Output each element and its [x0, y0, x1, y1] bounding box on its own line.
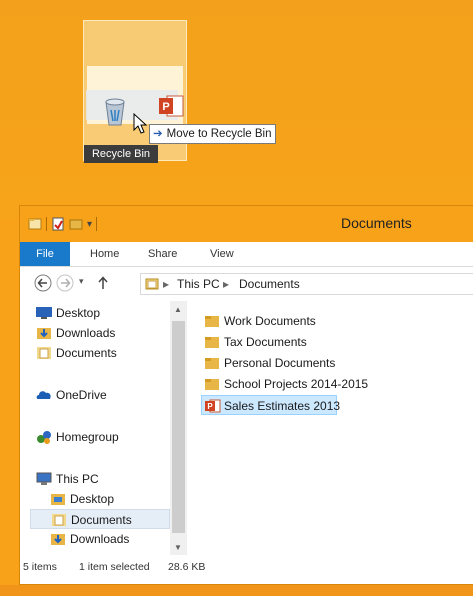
homegroup-icon — [37, 431, 51, 444]
nav-item-label: Desktop — [56, 306, 101, 320]
nav-item-label: Documents — [71, 513, 132, 527]
window-title: Documents — [341, 215, 412, 231]
new-folder-icon[interactable] — [69, 217, 83, 231]
desktop-folder-icon — [51, 494, 65, 505]
tab-share[interactable]: Share — [148, 242, 177, 266]
file-name: Tax Documents — [224, 335, 307, 349]
file-name: Work Documents — [224, 314, 316, 328]
computer-icon — [36, 472, 52, 485]
documents-icon — [37, 347, 51, 359]
back-button[interactable] — [34, 274, 52, 292]
customize-qat-icon[interactable]: ▾ — [87, 219, 92, 230]
nav-item-homegroup[interactable]: Homegroup — [36, 427, 166, 447]
downloads-icon — [37, 328, 51, 339]
file-name: Personal Documents — [224, 356, 336, 370]
nav-item-documents[interactable]: Documents — [36, 343, 166, 363]
nav-item-label: Homegroup — [56, 430, 119, 444]
scroll-down-icon[interactable]: ▼ — [174, 543, 182, 552]
drag-tooltip: ➔ Move to Recycle Bin — [149, 124, 277, 144]
nav-item-pc-desktop[interactable]: Desktop — [50, 489, 168, 509]
svg-text:P: P — [162, 101, 169, 113]
scroll-thumb[interactable] — [172, 321, 185, 533]
desktop-bottom-edge — [0, 585, 473, 596]
forward-button[interactable] — [56, 274, 74, 292]
documents-icon — [52, 514, 66, 526]
move-arrow-icon: ➔ — [153, 128, 163, 140]
nav-item-desktop[interactable]: Desktop — [36, 303, 166, 323]
nav-item-label: Documents — [56, 346, 117, 360]
onedrive-icon — [36, 391, 51, 399]
nav-item-label: This PC — [56, 472, 99, 486]
breadcrumb-separator-icon[interactable]: ▸ — [163, 274, 169, 294]
nav-item-this-pc[interactable]: This PC — [36, 469, 166, 489]
breadcrumb-separator-icon-2[interactable]: ▸ — [223, 274, 229, 294]
quick-access-toolbar: ▾ — [28, 216, 98, 232]
status-item-count: 5 items — [23, 561, 57, 573]
window-folder-icon[interactable] — [28, 217, 42, 231]
address-bar[interactable]: ▸ This PC ▸ Documents — [140, 273, 473, 295]
nav-item-label: Downloads — [70, 532, 130, 546]
nav-item-label: Downloads — [56, 326, 116, 340]
address-folder-icon — [145, 278, 159, 290]
nav-pane-scrollbar[interactable]: ▲ ▼ — [170, 301, 187, 555]
powerpoint-drag-icon: P — [159, 95, 184, 117]
status-size: 28.6 KB — [168, 561, 206, 573]
nav-item-downloads[interactable]: Downloads — [36, 323, 166, 343]
folder-icon — [205, 358, 219, 369]
mouse-cursor-icon — [133, 113, 148, 134]
properties-icon[interactable] — [51, 217, 65, 231]
status-bar: 5 items 1 item selected 28.6 KB — [20, 557, 473, 577]
title-bar[interactable]: ▾ Documents — [20, 206, 473, 242]
tab-home[interactable]: Home — [90, 242, 119, 266]
recent-locations-icon[interactable]: ▾ — [79, 276, 84, 287]
recycle-bin-icon[interactable] — [104, 96, 126, 126]
nav-item-pc-downloads[interactable]: Downloads — [50, 529, 168, 549]
list-item-sales-estimates[interactable]: P Sales Estimates 2013 — [201, 395, 341, 415]
file-name: Sales Estimates 2013 — [224, 399, 341, 413]
powerpoint-icon: P — [205, 399, 221, 413]
tab-file[interactable]: File — [20, 242, 70, 266]
tab-view[interactable]: View — [210, 242, 234, 266]
folder-icon — [205, 316, 219, 327]
nav-item-label: Desktop — [70, 492, 115, 506]
nav-item-onedrive[interactable]: OneDrive — [36, 385, 166, 405]
file-name: School Projects 2014-2015 — [224, 377, 369, 391]
folder-icon — [205, 379, 219, 390]
navigation-pane: Desktop Downloads Documents OneDrive Hom… — [20, 301, 188, 555]
explorer-window: ▾ Documents File Home Share View ▾ ▸ Thi… — [19, 205, 473, 585]
qat-separator-2 — [96, 217, 98, 231]
navigation-bar: ▾ ▸ This PC ▸ Documents — [20, 267, 473, 299]
ribbon-tabs: File Home Share View — [20, 242, 473, 267]
folder-icon — [205, 337, 219, 348]
scroll-up-icon[interactable]: ▲ — [174, 305, 182, 314]
nav-item-label: OneDrive — [56, 388, 107, 402]
up-button[interactable] — [94, 274, 112, 292]
breadcrumb-documents[interactable]: Documents — [239, 274, 300, 294]
qat-separator — [46, 217, 47, 231]
downloads-icon — [51, 534, 65, 545]
svg-text:P: P — [207, 402, 213, 411]
status-selection: 1 item selected — [79, 561, 150, 573]
nav-item-pc-documents[interactable]: Documents — [30, 509, 170, 529]
recycle-bin-label: Recycle Bin — [84, 145, 158, 163]
file-list: Work Documents Tax Documents Personal Do… — [190, 301, 473, 555]
desktop-background — [0, 0, 473, 220]
desktop-icon — [36, 307, 52, 319]
drag-tooltip-text: Move to Recycle Bin — [166, 128, 272, 140]
breadcrumb-this-pc[interactable]: This PC — [177, 274, 220, 294]
